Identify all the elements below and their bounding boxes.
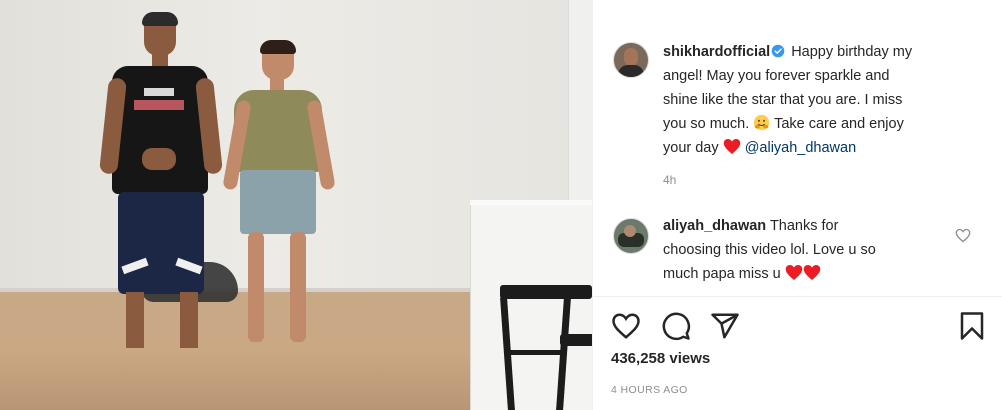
person-man [99, 12, 230, 362]
comment-author-username[interactable]: aliyah_dhawan [663, 218, 766, 234]
post-details-panel: shikhardofficial Happy birthday my angel… [593, 0, 1002, 410]
red-heart-emoji [785, 265, 802, 280]
comment-text: Thanks for [769, 218, 839, 234]
stool-rung [510, 350, 566, 355]
author-avatar[interactable] [613, 42, 649, 78]
video-counter [470, 205, 592, 410]
commenter-avatar[interactable] [613, 218, 649, 254]
like-heart-icon[interactable] [611, 312, 641, 340]
caption-text: you so much. [663, 116, 750, 132]
post-video[interactable] [0, 0, 592, 410]
paper-plane-share-icon[interactable] [710, 311, 740, 341]
post-caption: shikhardofficial Happy birthday my angel… [663, 40, 993, 160]
mention-link[interactable]: @aliyah_dhawan [745, 140, 856, 156]
comment-bubble-icon[interactable] [661, 311, 691, 341]
bookmark-save-icon[interactable] [959, 311, 985, 341]
red-heart-emoji [723, 139, 740, 154]
person-woman [222, 40, 336, 360]
caption-timestamp: 4h [663, 173, 677, 187]
video-cabinet [568, 0, 592, 200]
actions-separator [593, 296, 1002, 297]
caption-text: Happy birthday my [791, 44, 913, 60]
verified-badge-icon [771, 44, 785, 58]
red-heart-emoji [803, 265, 820, 280]
caption-text: Take care and enjoy [774, 116, 904, 132]
caption-text: your day [663, 140, 719, 156]
view-count[interactable]: 436,258 views [611, 350, 710, 367]
stool-seat [560, 334, 592, 346]
post-timestamp: 4 HOURS AGO [611, 384, 688, 396]
comment-text: much papa miss u [663, 266, 781, 282]
comment: aliyah_dhawan Thanks for choosing this v… [663, 214, 953, 286]
hugging-face-emoji [754, 114, 770, 131]
caption-text: shine like the star that you are. I miss [663, 92, 903, 108]
comment-text: choosing this video lol. Love u so [663, 242, 876, 258]
comment-like-heart-icon[interactable] [955, 228, 971, 243]
caption-author-username[interactable]: shikhardofficial [663, 44, 770, 60]
caption-text: angel! May you forever sparkle and [663, 68, 890, 84]
stool-seat [500, 285, 592, 299]
